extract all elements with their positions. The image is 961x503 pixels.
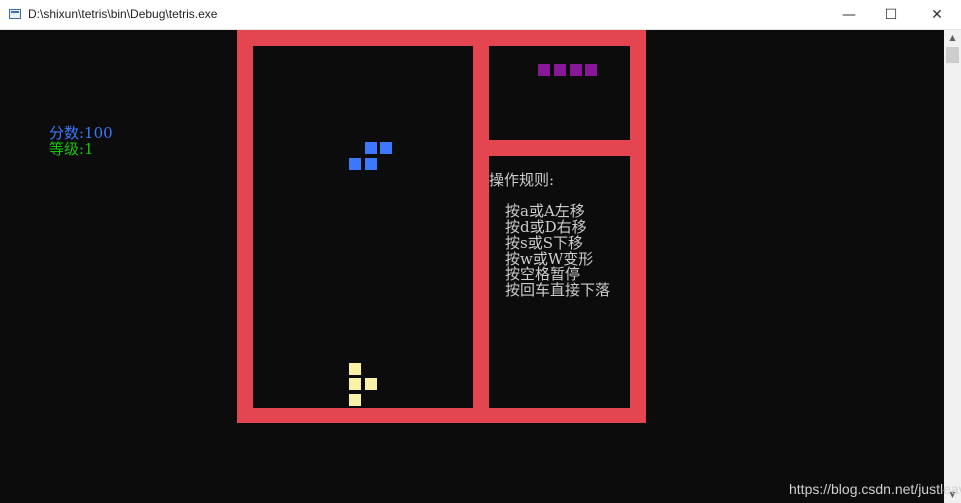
console-app-icon [9, 9, 21, 19]
landed-piece-cell [365, 378, 377, 390]
score-label: 分数:100 [49, 124, 113, 142]
next-piece-cell [570, 64, 582, 76]
rule-item: 按s或S下移 [505, 234, 583, 252]
landed-piece-cell [349, 394, 361, 406]
close-button[interactable]: ✕ [914, 0, 960, 30]
watermark-text: https://blog.csdn.net/justleav [789, 481, 961, 497]
frame-divider-horizontal [473, 140, 646, 156]
rule-item: 按a或A左移 [505, 202, 585, 220]
frame-left-border [237, 30, 253, 423]
title-bar: D:\shixun\tetris\bin\Debug\tetris.exe — … [0, 0, 961, 30]
falling-piece-cell [365, 142, 377, 154]
window-title: D:\shixun\tetris\bin\Debug\tetris.exe [28, 7, 218, 21]
landed-piece-cell [349, 363, 361, 375]
frame-bottom-border [237, 408, 646, 423]
rule-item: 按d或D右移 [505, 218, 587, 236]
landed-piece-cell [349, 378, 361, 390]
next-piece-cell [554, 64, 566, 76]
falling-piece-cell [380, 142, 392, 154]
rules-title: 操作规则: [489, 171, 555, 189]
vertical-scrollbar[interactable]: ▲ ▼ [944, 30, 961, 503]
maximize-button[interactable]: ☐ [868, 0, 914, 30]
frame-right-border [630, 30, 646, 423]
scroll-thumb[interactable] [946, 47, 959, 63]
frame-divider-vertical [473, 30, 489, 423]
falling-piece-cell [349, 158, 361, 170]
falling-piece-cell [365, 158, 377, 170]
scroll-up-icon[interactable]: ▲ [944, 30, 961, 46]
rule-item: 按空格暂停 [505, 265, 581, 283]
console-area [0, 30, 944, 503]
frame-top-border [237, 30, 646, 46]
minimize-button[interactable]: — [826, 0, 872, 30]
next-piece-cell [585, 64, 597, 76]
level-label: 等级:1 [49, 140, 94, 158]
next-piece-cell [538, 64, 550, 76]
rule-item: 按回车直接下落 [505, 281, 611, 299]
